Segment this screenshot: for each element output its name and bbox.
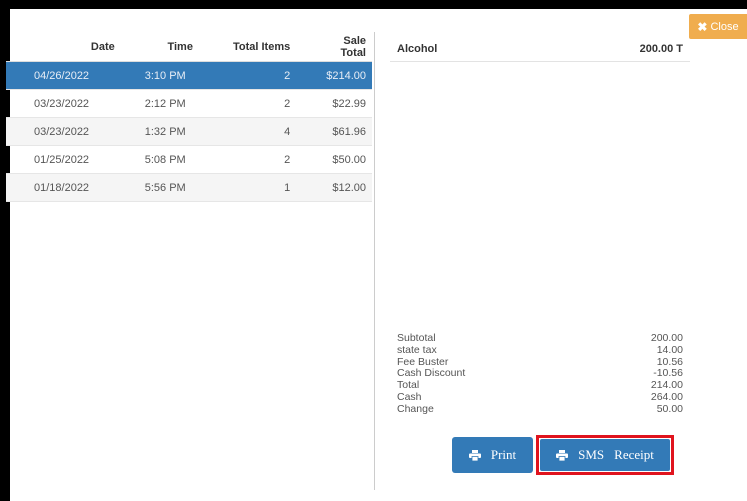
totals-row-change: Change 50.00 <box>397 402 683 416</box>
cell-time: 1:32 PM <box>122 117 199 146</box>
sms-label: SMS <box>578 447 605 462</box>
cell-sale-total: $50.00 <box>320 145 372 174</box>
sale-detail-panel: Alcohol 200.00 T <box>390 33 690 62</box>
sales-table: Date Time Total Items Sale Total 04/26/2… <box>6 33 372 202</box>
times-icon: ✖ <box>697 19 708 34</box>
print-label: Print <box>490 447 517 462</box>
cell-date: 04/26/2022 <box>6 61 123 90</box>
cell-time: 5:56 PM <box>122 173 199 202</box>
table-row[interactable]: 04/26/2022 3:10 PM 2 $214.00 <box>6 61 372 90</box>
cell-total-items: 2 <box>198 61 321 90</box>
cell-date: 01/25/2022 <box>6 145 123 174</box>
cell-total-items: 2 <box>198 89 321 118</box>
cell-date: 03/23/2022 <box>6 117 123 146</box>
cell-total-items: 2 <box>198 145 321 174</box>
totals-row-subtotal: Subtotal 200.00 <box>397 332 683 345</box>
cell-time: 5:08 PM <box>122 145 199 174</box>
cell-sale-total: $61.96 <box>320 117 372 146</box>
cell-sale-total: $22.99 <box>320 89 372 118</box>
cell-time: 2:12 PM <box>122 89 199 118</box>
header-total-items[interactable]: Total Items <box>198 33 321 62</box>
line-item: Alcohol 200.00 T <box>390 33 690 62</box>
cell-time: 3:10 PM <box>122 61 199 90</box>
printer-icon <box>556 449 569 461</box>
totals-label: state tax <box>397 343 437 356</box>
sms-receipt-button[interactable]: SMS Receipt <box>540 439 670 471</box>
totals-row-cash: Cash 264.00 <box>397 390 683 404</box>
table-row[interactable]: 03/23/2022 1:32 PM 4 $61.96 <box>6 117 372 146</box>
table-row[interactable]: 01/18/2022 5:56 PM 1 $12.00 <box>6 173 372 202</box>
totals-label: Cash <box>397 390 422 403</box>
cell-total-items: 4 <box>198 117 321 146</box>
print-button[interactable]: Print <box>452 437 533 473</box>
totals-value: 264.00 <box>650 390 683 403</box>
receipt-label: Receipt <box>614 447 654 462</box>
table-row[interactable]: 01/25/2022 5:08 PM 2 $50.00 <box>6 145 372 174</box>
panel-divider <box>374 32 375 490</box>
totals-row-total: Total 214.00 <box>397 379 683 392</box>
totals-value: 50.00 <box>656 402 683 415</box>
table-header-row: Date Time Total Items Sale Total <box>6 33 372 62</box>
totals-value: 14.00 <box>656 343 683 356</box>
header-date[interactable]: Date <box>6 33 123 62</box>
line-item-amount: 200.00 T <box>639 43 683 55</box>
close-label: Close <box>710 20 739 33</box>
cell-sale-total: $12.00 <box>320 173 372 202</box>
cell-date: 01/18/2022 <box>6 173 123 202</box>
header-sale-total[interactable]: Sale Total <box>320 33 372 62</box>
totals-summary: Subtotal 200.00 state tax 14.00 Fee Bust… <box>397 332 683 416</box>
totals-row-cash-discount: Cash Discount -10.56 <box>397 368 683 380</box>
totals-label: Change <box>397 402 434 415</box>
close-button[interactable]: ✖ Close <box>689 14 747 39</box>
line-item-name: Alcohol <box>397 43 438 55</box>
totals-row-state-tax: state tax 14.00 <box>397 343 683 357</box>
cell-sale-total: $214.00 <box>320 61 372 90</box>
printer-icon <box>468 449 481 461</box>
cell-total-items: 1 <box>198 173 321 202</box>
cell-date: 03/23/2022 <box>6 89 123 118</box>
table-row[interactable]: 03/23/2022 2:12 PM 2 $22.99 <box>6 89 372 118</box>
sms-receipt-highlight: SMS Receipt <box>536 435 674 475</box>
sales-list-panel: Date Time Total Items Sale Total 04/26/2… <box>6 33 372 202</box>
header-time[interactable]: Time <box>122 33 199 62</box>
